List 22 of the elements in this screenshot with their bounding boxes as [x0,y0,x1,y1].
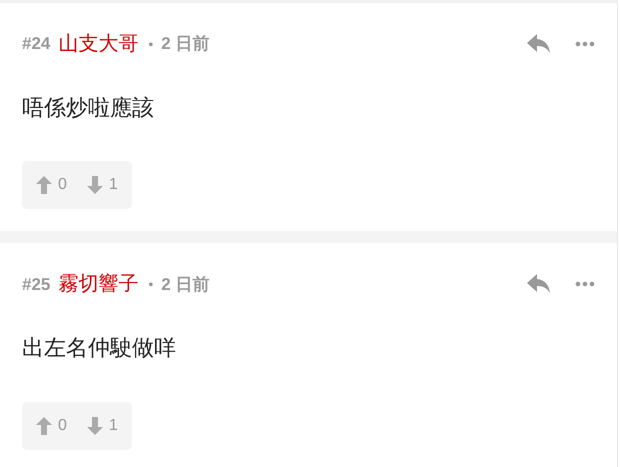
comment-text: 出左名仲駛做咩 [22,335,177,362]
author-link[interactable]: 山支大哥 [58,29,138,59]
separator-dot: • [148,274,154,294]
upvote-button[interactable]: 0 [36,173,67,198]
reply-button[interactable] [527,274,551,294]
downvote-button[interactable]: 1 [86,414,118,438]
post-number: #24 [22,33,50,56]
post-number: #25 [22,274,50,296]
comment-text: 唔係炒啦應該 [22,95,155,122]
down-arrow-icon [86,416,103,435]
upvote-button[interactable]: 0 [36,414,67,438]
more-button[interactable] [575,41,595,47]
post-time: 2 日前 [161,274,210,296]
author-link[interactable]: 霧切響子 [58,269,138,300]
post-time: 2 日前 [161,33,210,56]
more-button[interactable] [575,281,595,288]
down-arrow-icon [86,176,103,194]
separator-dot: • [148,34,154,54]
up-arrow-icon [36,176,52,194]
downvote-button[interactable]: 1 [86,173,118,198]
reply-button[interactable] [527,34,551,54]
up-arrow-icon [36,416,52,435]
